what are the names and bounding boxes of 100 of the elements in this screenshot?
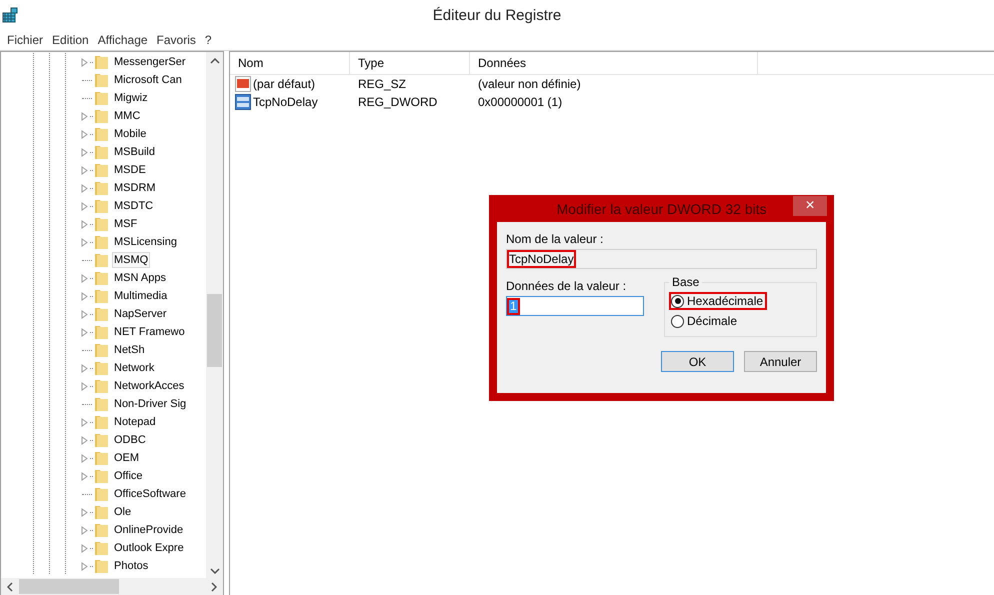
expand-arrow-icon[interactable] (81, 292, 88, 300)
folder-icon (94, 432, 109, 448)
value-name[interactable]: (par défaut) (253, 77, 316, 91)
folder-icon (94, 126, 109, 142)
menu-item[interactable]: Affichage (94, 33, 154, 47)
expand-arrow-icon[interactable] (81, 526, 88, 534)
dialog-button[interactable]: Annuler (744, 351, 817, 372)
value-type: REG_DWORD (357, 95, 438, 109)
tree-item[interactable]: MMC (112, 108, 142, 124)
tree-item[interactable]: Non-Driver Sig (112, 396, 188, 412)
tree-item[interactable]: ODBC (112, 432, 148, 448)
folder-icon (94, 270, 109, 286)
registry-icon (2, 7, 20, 23)
tree-item[interactable]: Photos (112, 558, 150, 574)
expand-arrow-icon[interactable] (81, 436, 88, 444)
folder-icon (94, 360, 109, 376)
scroll-left-icon[interactable] (7, 582, 13, 592)
menu-item[interactable]: Edition (49, 33, 95, 47)
value-data: 0x00000001 (1) (477, 95, 564, 109)
expand-arrow-icon[interactable] (81, 418, 88, 426)
expand-arrow-icon[interactable] (81, 364, 88, 372)
tree-item[interactable]: Migwiz (112, 90, 150, 106)
expand-arrow-icon[interactable] (81, 472, 88, 480)
group-label: Base (669, 275, 702, 289)
value-name-field[interactable]: TcpNoDelay (506, 249, 817, 269)
expand-arrow-icon[interactable] (81, 238, 88, 246)
expand-arrow-icon[interactable] (81, 202, 88, 210)
tree-item[interactable]: OEM (112, 450, 142, 466)
expand-arrow-icon[interactable] (81, 328, 88, 336)
column-header[interactable]: Type (350, 52, 470, 74)
tree-item[interactable]: Outlook Expre (112, 540, 186, 556)
folder-icon (94, 414, 109, 430)
expand-arrow-icon[interactable] (81, 112, 88, 120)
expand-arrow-icon[interactable] (81, 508, 88, 516)
folder-icon (94, 306, 109, 322)
tree-item[interactable]: MessengerSer (112, 54, 188, 70)
expand-arrow-icon[interactable] (81, 454, 88, 462)
folder-icon (94, 180, 109, 196)
expand-arrow-icon[interactable] (81, 184, 88, 192)
folder-icon (94, 54, 109, 70)
radio-option[interactable]: Décimale (669, 312, 742, 330)
dialog-title: Modifier la valeur DWORD 32 bits (556, 200, 767, 216)
scrollbar-thumb[interactable] (207, 294, 222, 367)
tree-item[interactable]: NetSh (112, 342, 147, 358)
tree-item[interactable]: Mobile (112, 126, 148, 142)
tree-item[interactable]: OnlineProvide (112, 522, 186, 538)
folder-icon (94, 72, 109, 88)
folder-icon (94, 396, 109, 412)
tree-item[interactable]: Multimedia (112, 288, 170, 304)
scroll-up-icon[interactable] (210, 58, 220, 64)
value-name[interactable]: TcpNoDelay (253, 95, 318, 109)
vertical-scrollbar[interactable] (206, 52, 223, 578)
menu-item[interactable]: Favoris (154, 33, 202, 47)
value-type: REG_SZ (357, 77, 408, 91)
expand-arrow-icon[interactable] (81, 130, 88, 138)
menu-item[interactable]: ? (202, 33, 218, 47)
field-label: Données de la valeur : (506, 279, 626, 293)
tree-item[interactable]: Network (112, 360, 156, 376)
menu-item[interactable]: Fichier (4, 33, 50, 47)
folder-icon (94, 144, 109, 160)
tree-item[interactable]: NET Framewo (112, 324, 187, 340)
expand-arrow-icon[interactable] (81, 544, 88, 552)
tree-item[interactable]: MSLicensing (112, 234, 179, 250)
expand-arrow-icon[interactable] (81, 382, 88, 390)
tree-item[interactable]: Microsoft Can (112, 72, 184, 88)
scrollbar-thumb[interactable] (19, 579, 119, 594)
tree-item[interactable]: MSF (112, 216, 140, 232)
expand-arrow-icon[interactable] (81, 148, 88, 156)
folder-icon (94, 468, 109, 484)
horizontal-scrollbar[interactable] (1, 578, 223, 595)
tree-item[interactable]: MSDTC (112, 198, 156, 214)
scroll-down-icon[interactable] (210, 568, 220, 574)
tree-item[interactable]: NapServer (112, 306, 169, 322)
expand-arrow-icon[interactable] (81, 274, 88, 282)
scroll-right-icon[interactable] (211, 582, 217, 592)
tree-item[interactable]: MSDRM (112, 180, 158, 196)
tree-item[interactable]: MSMQ (112, 252, 150, 268)
tree-item[interactable]: Notepad (112, 414, 158, 430)
tree-item[interactable]: MSDE (112, 162, 148, 178)
folder-icon (94, 540, 109, 556)
expand-arrow-icon[interactable] (81, 310, 88, 318)
radio-option[interactable]: Hexadécimale (669, 292, 768, 310)
tree-item[interactable]: NetworkAcces (112, 378, 186, 394)
tree-item[interactable]: MSN Apps (112, 270, 168, 286)
column-header[interactable]: Nom (230, 52, 350, 74)
expand-arrow-icon[interactable] (81, 166, 88, 174)
folder-icon (94, 486, 109, 502)
folder-icon (94, 234, 109, 250)
expand-arrow-icon[interactable] (81, 58, 88, 66)
expand-arrow-icon[interactable] (81, 562, 88, 570)
folder-icon (94, 216, 109, 232)
tree-item[interactable]: Office (112, 468, 145, 484)
expand-arrow-icon[interactable] (81, 220, 88, 228)
tree-item[interactable]: Ole (112, 504, 134, 520)
dialog-button[interactable]: OK (661, 351, 734, 372)
tree-item[interactable]: MSBuild (112, 144, 157, 160)
column-header[interactable]: Données (470, 52, 758, 74)
folder-icon (94, 198, 109, 214)
tree-item[interactable]: OfficeSoftware (112, 486, 188, 502)
close-button[interactable]: × (793, 196, 827, 216)
